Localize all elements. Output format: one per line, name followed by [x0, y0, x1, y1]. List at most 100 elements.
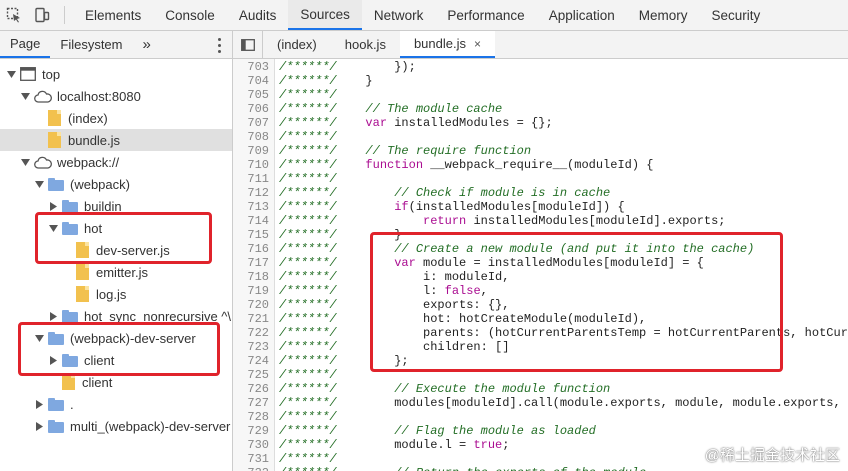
line-number[interactable]: 728 [233, 410, 269, 424]
tree-item[interactable]: emitter.js [0, 261, 232, 283]
editor-tab-hook[interactable]: hook.js [331, 31, 400, 58]
code-prefix: /******/ [279, 102, 337, 116]
line-number[interactable]: 703 [233, 60, 269, 74]
line-number[interactable]: 725 [233, 368, 269, 382]
line-number[interactable]: 714 [233, 214, 269, 228]
code-text: // Return the exports of the module [337, 466, 646, 471]
toggle-navigator-icon[interactable] [233, 31, 263, 58]
line-number[interactable]: 715 [233, 228, 269, 242]
tree-item[interactable]: log.js [0, 283, 232, 305]
folder-icon [48, 177, 64, 191]
tree-item[interactable]: bundle.js [0, 129, 232, 151]
expanded-triangle-icon[interactable] [34, 179, 44, 189]
code-prefix: /******/ [279, 466, 337, 471]
folder-icon [48, 419, 64, 433]
collapsed-triangle-icon[interactable] [48, 311, 58, 321]
editor-tab-bundle[interactable]: bundle.js × [399, 31, 496, 58]
code-text: // The require function [336, 144, 532, 158]
tree-item[interactable]: multi_(webpack)-dev-server [0, 415, 232, 437]
line-number[interactable]: 727 [233, 396, 269, 410]
tree-item[interactable]: localhost:8080 [0, 85, 232, 107]
code-line: 714 /******/ return installedModules[modu… [233, 214, 848, 228]
tab-console[interactable]: Console [153, 0, 227, 30]
tree-item[interactable]: (webpack) [0, 173, 232, 195]
tree-item-label: webpack:// [57, 154, 120, 170]
tab-elements[interactable]: Elements [73, 0, 153, 30]
code-prefix: /******/ [279, 228, 337, 242]
code-text: // Check if module is in cache [336, 186, 611, 200]
tree-item[interactable]: . [0, 393, 232, 415]
expanded-triangle-icon[interactable] [6, 69, 16, 79]
tree-item[interactable]: top [0, 63, 232, 85]
tab-audits[interactable]: Audits [227, 0, 289, 30]
tree-item[interactable]: webpack:// [0, 151, 232, 173]
line-number[interactable]: 721 [233, 312, 269, 326]
more-tabs-button[interactable]: » [133, 31, 161, 58]
editor-tab-index[interactable]: (index) [263, 31, 331, 58]
line-number[interactable]: 720 [233, 298, 269, 312]
line-number[interactable]: 730 [233, 438, 269, 452]
collapsed-triangle-icon[interactable] [48, 201, 58, 211]
line-number[interactable]: 707 [233, 116, 269, 130]
code-prefix: /******/ [279, 242, 337, 256]
tab-sources[interactable]: Sources [288, 0, 362, 30]
collapsed-triangle-icon[interactable] [34, 421, 44, 431]
line-number[interactable]: 719 [233, 284, 269, 298]
tree-item-label: localhost:8080 [57, 88, 141, 104]
editor-tab-label: hook.js [344, 37, 386, 52]
line-number[interactable]: 718 [233, 270, 269, 284]
toolbar-divider [64, 6, 65, 24]
line-number[interactable]: 708 [233, 130, 269, 144]
code-prefix: /******/ [279, 74, 337, 88]
code-prefix: /******/ [279, 270, 337, 284]
file-icon [62, 374, 75, 390]
line-number[interactable]: 722 [233, 326, 269, 340]
tree-item[interactable]: (index) [0, 107, 232, 129]
code-prefix: /******/ [279, 368, 337, 382]
line-number[interactable]: 706 [233, 102, 269, 116]
tab-application[interactable]: Application [537, 0, 627, 30]
code-prefix: /******/ [279, 214, 337, 228]
line-number[interactable]: 713 [233, 200, 269, 214]
line-number[interactable]: 712 [233, 186, 269, 200]
expanded-triangle-icon[interactable] [20, 157, 30, 167]
devtools-toolbar: Elements Console Audits Sources Network … [0, 0, 848, 31]
line-number[interactable]: 726 [233, 382, 269, 396]
line-number[interactable]: 723 [233, 340, 269, 354]
line-number[interactable]: 710 [233, 158, 269, 172]
line-number[interactable]: 716 [233, 242, 269, 256]
tab-filesystem[interactable]: Filesystem [50, 31, 132, 58]
tab-performance[interactable]: Performance [435, 0, 536, 30]
more-options-icon[interactable] [218, 37, 222, 53]
collapsed-triangle-icon[interactable] [34, 399, 44, 409]
code-line: 728 /******/ [233, 410, 848, 424]
tab-network[interactable]: Network [362, 0, 436, 30]
line-number[interactable]: 731 [233, 452, 269, 466]
code-line: 706 /******/ // The module cache [233, 102, 848, 116]
line-number[interactable]: 704 [233, 74, 269, 88]
code-prefix: /******/ [279, 340, 337, 354]
tab-page[interactable]: Page [0, 31, 51, 58]
tab-security[interactable]: Security [700, 0, 773, 30]
code-prefix: /******/ [279, 298, 337, 312]
code-prefix: /******/ [279, 452, 337, 466]
line-number[interactable]: 724 [233, 354, 269, 368]
code-prefix: /******/ [279, 410, 337, 424]
line-number[interactable]: 705 [233, 88, 269, 102]
device-toolbar-icon[interactable] [28, 0, 56, 30]
tab-memory[interactable]: Memory [627, 0, 700, 30]
highlight-box-dev-server [18, 322, 220, 376]
line-number[interactable]: 717 [233, 256, 269, 270]
inspect-element-icon[interactable] [0, 0, 28, 30]
code-line: 710 /******/ function __webpack_require__… [233, 158, 848, 172]
line-number[interactable]: 732 [233, 466, 269, 471]
watermark: @稀土掘金技术社区 [704, 447, 840, 464]
line-number[interactable]: 729 [233, 424, 269, 438]
line-number[interactable]: 711 [233, 172, 269, 186]
code-text: var installedModules = {}; [365, 116, 553, 130]
code-line: 705 /******/ [233, 88, 848, 102]
code-prefix: /******/ [279, 116, 337, 130]
expanded-triangle-icon[interactable] [20, 91, 30, 101]
close-tab-icon[interactable]: × [474, 37, 481, 51]
line-number[interactable]: 709 [233, 144, 269, 158]
